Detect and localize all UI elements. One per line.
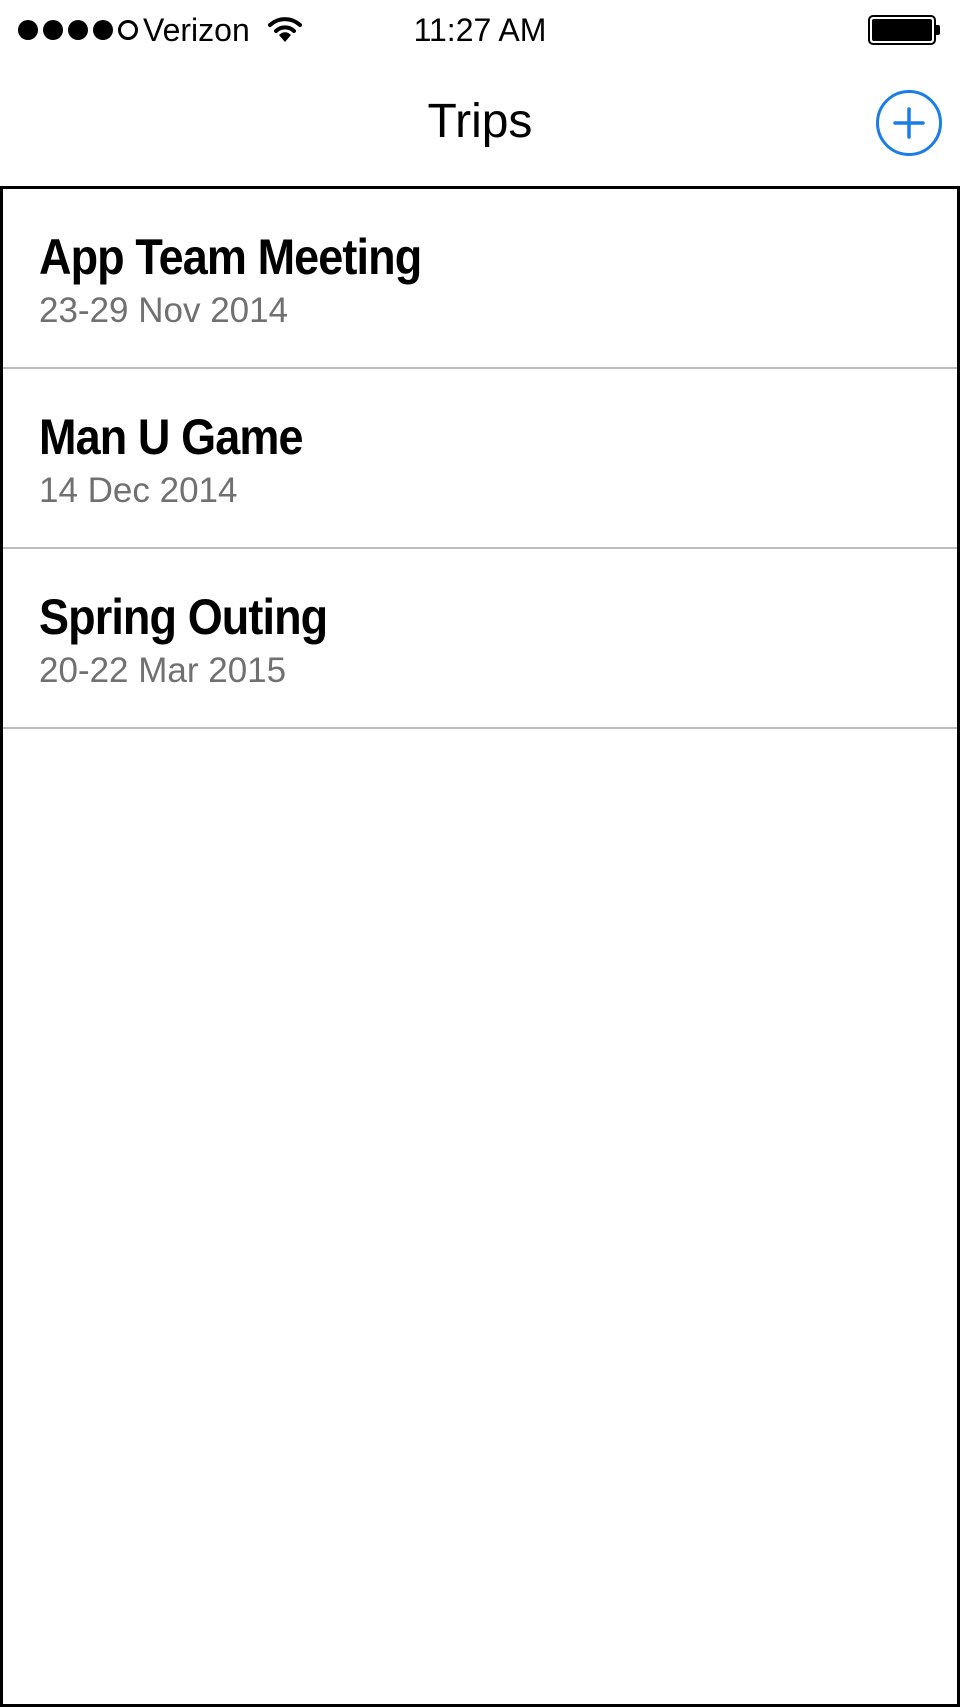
battery-nub: [936, 25, 940, 35]
status-time: 11:27 AM: [413, 12, 547, 48]
trip-name: Spring Outing: [39, 589, 328, 645]
status-bar: Verizon 11:27 AM: [0, 0, 960, 60]
plus-icon: [893, 107, 925, 139]
trip-dates: 14 Dec 2014: [39, 471, 238, 510]
navigation-bar: Trips: [0, 60, 960, 186]
trips-table: App Team Meeting 23-29 Nov 2014 Man U Ga…: [0, 186, 960, 1707]
battery-icon: [868, 15, 940, 45]
add-trip-button[interactable]: [876, 90, 942, 156]
trip-row[interactable]: Man U Game 14 Dec 2014: [3, 369, 957, 549]
battery-body: [868, 15, 936, 45]
trip-name: App Team Meeting: [39, 229, 422, 285]
trip-dates: 23-29 Nov 2014: [39, 291, 289, 330]
trip-row[interactable]: Spring Outing 20-22 Mar 2015: [3, 549, 957, 729]
page-title: Trips: [427, 95, 533, 148]
trip-row[interactable]: App Team Meeting 23-29 Nov 2014: [3, 189, 957, 369]
trip-dates: 20-22 Mar 2015: [39, 651, 287, 690]
trip-name: Man U Game: [39, 409, 303, 465]
battery-fill: [872, 19, 932, 41]
